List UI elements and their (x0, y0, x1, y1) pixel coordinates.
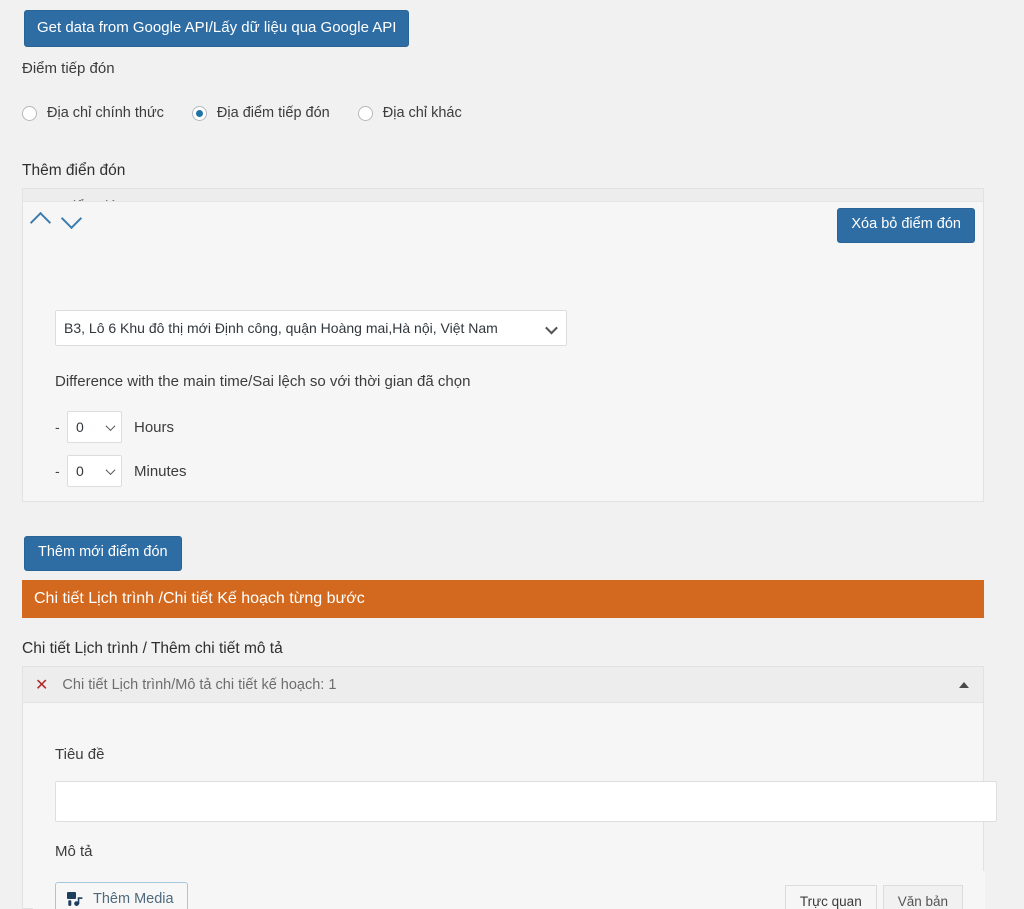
radio-option-pickup-point[interactable]: Địa điểm tiếp đón (191, 105, 330, 121)
itinerary-heading: Chi tiết Lịch trình / Thêm chi tiết mô t… (22, 640, 283, 657)
chevron-up-icon[interactable] (959, 681, 969, 688)
add-media-button[interactable]: Thêm Media (55, 882, 188, 909)
radio-label: Địa chỉ chính thức (47, 105, 164, 121)
radio-indicator[interactable] (357, 105, 373, 121)
radio-label: Địa chỉ khác (382, 105, 462, 121)
radio-label: Địa điểm tiếp đón (216, 105, 330, 121)
place-select-wrapper: B3, Lô 6 Khu đô thị mới Định công, quận … (55, 310, 567, 346)
hours-unit-label: Hours (134, 418, 175, 436)
close-icon[interactable]: ✕ (35, 676, 48, 693)
get-google-api-data-button[interactable]: Get data from Google API/Lấy dữ liệu qua… (24, 10, 410, 47)
pickup-section-label: Điểm tiếp đón (22, 60, 115, 77)
minutes-select-wrapper: 0 (67, 455, 122, 487)
pickup-panel-footer: Xóa bỏ điểm đón (23, 201, 983, 256)
itinerary-panel-title: Chi tiết Lịch trình/Mô tả chi tiết kế ho… (62, 676, 337, 693)
chevron-down-icon[interactable] (60, 207, 83, 229)
radio-indicator[interactable] (191, 105, 207, 121)
place-select[interactable]: B3, Lô 6 Khu đô thị mới Định công, quận … (55, 310, 567, 346)
hours-offset-row: - 0 Hours (55, 411, 174, 443)
remove-pickup-button[interactable]: Xóa bỏ điểm đón (837, 208, 975, 243)
minutes-sign: - (55, 463, 60, 479)
description-editor: Thêm Media Trực quan Văn bản (33, 871, 985, 909)
add-media-label: Thêm Media (93, 891, 174, 907)
page-root: Get data from Google API/Lấy dữ liệu qua… (0, 0, 1024, 909)
media-icon (67, 891, 84, 907)
radio-indicator[interactable] (22, 105, 37, 121)
chevron-up-icon[interactable] (29, 211, 52, 234)
title-field-label: Tiêu đề (55, 746, 105, 763)
time-difference-label: Difference with the main time/Sai lệch s… (55, 373, 471, 390)
tab-text[interactable]: Văn bản (882, 885, 963, 909)
tab-visual[interactable]: Trực quan (784, 885, 877, 909)
minutes-select[interactable]: 0 (67, 455, 122, 487)
pickup-point-panel: ✕ Điểm đón 1 Địa điểm B3, Lô 6 Khu đô th… (22, 188, 984, 502)
minutes-unit-label: Minutes (134, 462, 187, 480)
hours-select[interactable]: 0 (67, 411, 122, 443)
hours-sign: - (55, 419, 60, 435)
title-input[interactable] (55, 781, 997, 822)
itinerary-banner: Chi tiết Lịch trình /Chi tiết Kế hoạch t… (22, 580, 984, 618)
editor-mode-tabs: Trực quan Văn bản (779, 885, 963, 909)
radio-option-other-address[interactable]: Địa chỉ khác (357, 105, 462, 121)
add-pickup-heading: Thêm điển đón (22, 162, 126, 179)
itinerary-panel-header[interactable]: ✕ Chi tiết Lịch trình/Mô tả chi tiết kế … (23, 667, 983, 703)
radio-option-official-address[interactable]: Địa chỉ chính thức (22, 105, 164, 121)
add-new-pickup-button[interactable]: Thêm mới điểm đón (24, 536, 182, 571)
pickup-panel-body: Địa điểm B3, Lô 6 Khu đô thị mới Định cô… (23, 201, 983, 487)
description-field-label: Mô tả (55, 843, 93, 860)
itinerary-detail-panel: ✕ Chi tiết Lịch trình/Mô tả chi tiết kế … (22, 666, 997, 909)
minutes-offset-row: - 0 Minutes (55, 455, 187, 487)
pickup-type-radio-group: Địa chỉ chính thức Địa điểm tiếp đón Địa… (22, 105, 490, 121)
reorder-controls (29, 207, 95, 234)
hours-select-wrapper: 0 (67, 411, 122, 443)
editor-toolbar: Thêm Media Trực quan Văn bản (33, 871, 985, 909)
